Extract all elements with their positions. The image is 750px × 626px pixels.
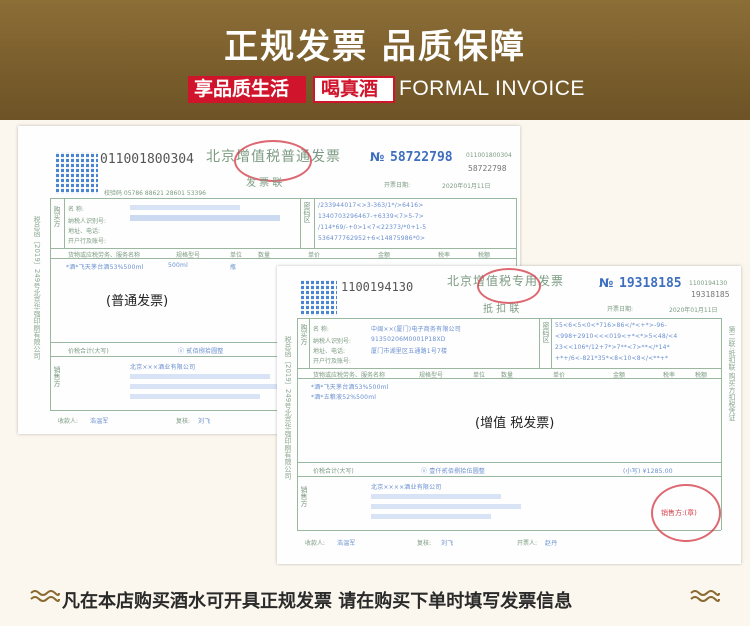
vertical-note: 税总函〔2019〕249号北京华强印刷有限公司 — [284, 336, 292, 480]
cipher-line-1: 55<6<5<0<*716>86</*<+*>-96- — [555, 322, 667, 329]
items-header-spec: 规格型号 — [419, 372, 444, 379]
check-code: 校验码 05786 88621 28601 53396 — [104, 190, 206, 197]
vat-invoice-caption: (增值 税发票) — [475, 416, 555, 431]
invoice-number: 58722798 — [390, 150, 453, 165]
cipher-line-4: +*+/6<-821*35*<8<10<8</<**+* — [555, 355, 669, 362]
vertical-note: 税总函〔2019〕249号北京华强印刷有限公司 — [33, 216, 41, 360]
buyer-side-label: 购买方 — [300, 324, 308, 345]
item-line-2: *酒*五粮液52%500ml — [311, 394, 377, 401]
qr-code-icon — [56, 152, 98, 194]
cipher-line-4: 536477762952+6<14875986*0> — [318, 235, 426, 242]
buyer-bank-label: 开户行及账号: — [313, 358, 352, 365]
invoice-number: 19318185 — [619, 276, 682, 291]
cipher-line-3: /114*69/-+0>1<7<22373/*0+1-5 — [318, 224, 427, 231]
items-header-price: 单价 — [553, 372, 566, 379]
total-small: (小写) ¥1285.00 — [623, 468, 673, 475]
footer-text: 凡在本店购买酒水可开具正规发票 请在购买下单时填写发票信息 — [62, 591, 573, 612]
buyer-name-label: 名 称: — [313, 326, 329, 333]
buyer-name-label: 名 称: — [68, 206, 84, 213]
banner-subtitle: FORMAL INVOICE — [399, 77, 585, 100]
total-words: ⓧ 贰佰捌拾圆整 — [178, 348, 224, 355]
small-code: 1100194130 — [689, 280, 728, 287]
items-header-tax: 税额 — [478, 252, 491, 259]
small-number: 19318185 — [691, 290, 730, 299]
items-header-unit: 单位 — [473, 372, 486, 379]
items-header-rate: 税率 — [663, 372, 676, 379]
items-header-tax: 税额 — [695, 372, 708, 379]
cipher-line-2: <998+2910<<<019<+*<*>5<48/<4 — [555, 333, 678, 340]
wave-icon — [30, 590, 60, 602]
tag-real-wine: 喝真酒 — [313, 76, 395, 103]
wave-icon — [690, 590, 720, 602]
items-header-amount: 金额 — [613, 372, 626, 379]
number-prefix: № — [370, 150, 385, 164]
copy-name: 抵 扣 联 — [483, 304, 520, 315]
buyer-taxid-label: 纳税人识别号: — [68, 218, 107, 225]
small-number: 58722798 — [468, 164, 507, 173]
header-banner: 正规发票 品质保障 享品质生活 喝真酒 FORMAL INVOICE — [0, 0, 750, 120]
seller-side-label: 销售方 — [53, 366, 61, 387]
qr-code-icon — [301, 280, 337, 316]
copy-name: 发 票 联 — [246, 178, 283, 189]
issuer-label: 开票人: — [517, 540, 538, 547]
cipher-side-label: 密码区 — [303, 202, 311, 223]
items-header-rate: 税率 — [438, 252, 451, 259]
reviewer-label: 复核: — [417, 540, 432, 547]
payee-label: 收款人: — [305, 540, 326, 547]
payee-name: 浩温军 — [90, 418, 109, 425]
item-line-1: *酒*飞天茅台酒53%500ml — [311, 384, 389, 391]
cipher-side-label: 密码区 — [542, 322, 550, 343]
buyer-address-label: 地址、电话: — [313, 348, 346, 355]
item-line-spec: 500ml — [168, 262, 188, 269]
items-header-name: 货物或应税劳务、服务名称 — [313, 372, 386, 379]
banner-title: 正规发票 品质保障 — [224, 27, 526, 67]
item-line-unit: 瓶 — [230, 264, 237, 271]
items-header-price: 单价 — [308, 252, 321, 259]
buyer-name-value: 中闽××(厦门)电子商务有限公司 — [371, 326, 461, 333]
cipher-line-1: /233944017<>3-363/1*/>6416> — [318, 202, 424, 209]
side-note: 第二联:抵扣联 购买方扣税凭证 — [728, 326, 736, 422]
item-line-name: *酒*飞天茅台酒53%500ml — [66, 264, 144, 271]
small-code: 011001800304 — [466, 152, 512, 159]
reviewer-name: 刘飞 — [198, 418, 211, 425]
total-label: 价税合计(大写) — [313, 468, 354, 475]
items-header-name: 货物或应税劳务、服务名称 — [68, 252, 141, 259]
payee-label: 收款人: — [58, 418, 79, 425]
items-header-amount: 金额 — [378, 252, 391, 259]
buyer-side-label: 购买方 — [53, 206, 61, 227]
buyer-taxid-label: 纳税人识别号: — [313, 338, 352, 345]
date-value: 2020年01月11日 — [442, 183, 491, 190]
items-header-qty: 数量 — [258, 252, 271, 259]
items-header-unit: 单位 — [230, 252, 243, 259]
total-words: ⓧ 壹仟贰佰捌拾伍圆整 — [421, 468, 486, 475]
cipher-line-3: 23<<106*/12+7*>7**<7>**</*14* — [555, 344, 670, 351]
vat-special-invoice: 1100194130 北京增值税专用发票 抵 扣 联 № 19318185 11… — [277, 266, 741, 564]
reviewer-label: 复核: — [176, 418, 191, 425]
issuer-name: 赵丹 — [545, 540, 558, 547]
payee-name: 浩温军 — [337, 540, 356, 547]
date-label: 开票日期: — [384, 182, 411, 189]
invoice-code: 1100194130 — [341, 280, 414, 294]
date-value: 2020年01月11日 — [669, 307, 718, 314]
tag-quality-life: 享品质生活 — [188, 76, 306, 103]
seller-name: 北京××××酒业有限公司 — [371, 484, 442, 491]
seller-side-label: 销售方 — [300, 486, 308, 507]
number-prefix: № — [599, 276, 614, 290]
items-header-spec: 规格型号 — [176, 252, 201, 259]
invoice-code: 011001800304 — [100, 152, 194, 167]
date-label: 开票日期: — [607, 306, 634, 313]
buyer-address-value: 厦门市湖里区五通路1号7楼 — [371, 348, 448, 355]
cipher-line-2: 1340703296467-+6339<7>5-7> — [318, 213, 424, 220]
seller-seal-text: 销售方:(章) — [661, 509, 697, 517]
seller-name: 北京×××酒业有限公司 — [130, 364, 196, 371]
buyer-address-label: 地址、电话: — [68, 228, 101, 235]
total-label: 价税合计(大写) — [68, 348, 109, 355]
buyer-taxid-value: 91350206M0001P18XD — [371, 336, 446, 343]
tax-seal-icon — [477, 268, 541, 304]
reviewer-name: 刘飞 — [441, 540, 454, 547]
ordinary-invoice-caption: (普通发票) — [106, 294, 169, 309]
items-header-qty: 数量 — [501, 372, 514, 379]
footer-notice: 凡在本店购买酒水可开具正规发票 请在购买下单时填写发票信息 — [0, 566, 750, 626]
buyer-bank-label: 开户行及账号: — [68, 238, 107, 245]
